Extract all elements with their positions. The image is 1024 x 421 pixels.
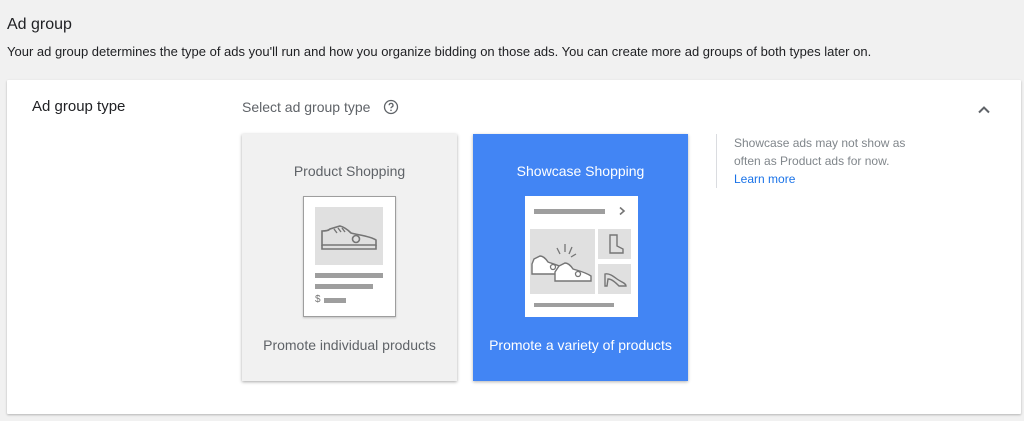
help-circle-icon[interactable] [383,99,399,115]
price-symbol: $ [315,294,321,305]
chevron-up-icon [978,105,990,113]
product-ad-illustration: $ [303,196,396,317]
select-ad-group-type-label: Select ad group type [242,99,371,115]
price-placeholder-bar [324,298,346,303]
section-label: Ad group type [32,98,126,115]
page-description: Your ad group determines the type of ads… [7,44,872,59]
learn-more-link[interactable]: Learn more [734,170,916,188]
header-placeholder-bar [534,209,605,214]
card-title: Showcase Shopping [516,163,645,179]
boot-icon [609,234,624,254]
page-title: Ad group [7,16,72,33]
product-shopping-card[interactable]: Product Shopping $ Promote individual pr… [242,134,457,381]
showcase-note: Showcase ads may not show as often as Pr… [716,134,916,188]
showcase-shopping-card[interactable]: Showcase Shopping Promote a variety of p… [473,134,688,381]
chevron-right-icon [619,206,626,216]
note-text: Showcase ads may not show as often as Pr… [734,136,906,168]
collapse-button[interactable] [973,98,995,120]
card-description: Promote a variety of products [489,337,672,353]
footer-placeholder-bar [534,303,614,307]
subtitle-placeholder-bar [315,284,373,289]
sneakers-icon [531,244,592,282]
card-title: Product Shopping [293,163,406,179]
card-description: Promote individual products [263,337,436,353]
sneaker-icon [321,225,377,250]
title-placeholder-bar [315,273,383,278]
high-heel-icon [604,273,627,287]
showcase-ad-illustration [525,196,638,317]
ad-group-type-panel: Ad group type Select ad group type Produ… [7,80,1021,414]
